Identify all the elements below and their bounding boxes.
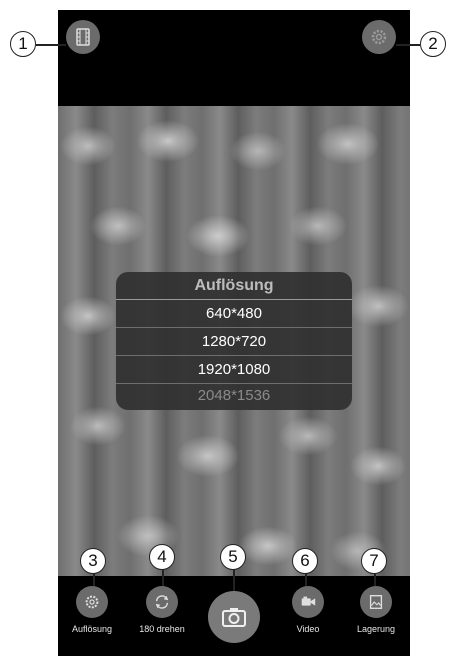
video-button[interactable] xyxy=(292,586,324,618)
resolution-option-2048[interactable]: 2048*1536 xyxy=(116,384,352,410)
callout-7-leader xyxy=(374,574,376,586)
camera-icon xyxy=(222,608,246,627)
callout-7: 7 xyxy=(361,548,387,574)
callout-6-leader xyxy=(305,574,307,586)
resolution-label: Auflösung xyxy=(71,624,113,634)
rotate-label: 180 drehen xyxy=(139,624,185,634)
callout-3: 3 xyxy=(80,548,106,574)
callout-1-leader xyxy=(36,44,66,46)
video-camera-icon xyxy=(301,596,316,606)
callout-5-leader xyxy=(233,570,235,591)
rotate-tool[interactable]: 180 drehen xyxy=(132,586,192,634)
resolution-option-1280[interactable]: 1280*720 xyxy=(116,328,352,356)
capture-button[interactable] xyxy=(208,591,260,643)
callout-4-leader xyxy=(162,570,164,586)
resolution-button[interactable] xyxy=(76,586,108,618)
top-bar xyxy=(58,10,410,106)
rotate-button[interactable] xyxy=(146,586,178,618)
callout-6: 6 xyxy=(292,548,318,574)
callout-5: 5 xyxy=(220,544,246,570)
resolution-option-640[interactable]: 640*480 xyxy=(116,300,352,328)
video-label: Video xyxy=(296,624,320,634)
video-tool[interactable]: Video xyxy=(278,586,338,634)
gear-icon xyxy=(371,29,387,45)
storage-tool[interactable]: Lagerung xyxy=(346,586,406,634)
resolution-option-1920[interactable]: 1920*1080 xyxy=(116,356,352,384)
gear-icon xyxy=(85,595,99,609)
callout-2-leader xyxy=(396,44,420,46)
rotate-icon xyxy=(155,595,169,609)
storage-button[interactable] xyxy=(360,586,392,618)
image-gallery-icon xyxy=(369,595,383,609)
resolution-popup: Auflösung 640*480 1280*720 1920*1080 204… xyxy=(116,272,352,410)
callout-3-leader xyxy=(93,574,95,586)
callout-4: 4 xyxy=(149,544,175,570)
film-strip-button[interactable] xyxy=(66,20,100,54)
resolution-tool[interactable]: Auflösung xyxy=(62,586,122,634)
callout-2: 2 xyxy=(420,31,446,57)
callout-1: 1 xyxy=(10,31,36,57)
settings-button[interactable] xyxy=(362,20,396,54)
popup-title: Auflösung xyxy=(116,272,352,300)
film-strip-icon xyxy=(76,28,90,46)
storage-label: Lagerung xyxy=(356,624,396,634)
